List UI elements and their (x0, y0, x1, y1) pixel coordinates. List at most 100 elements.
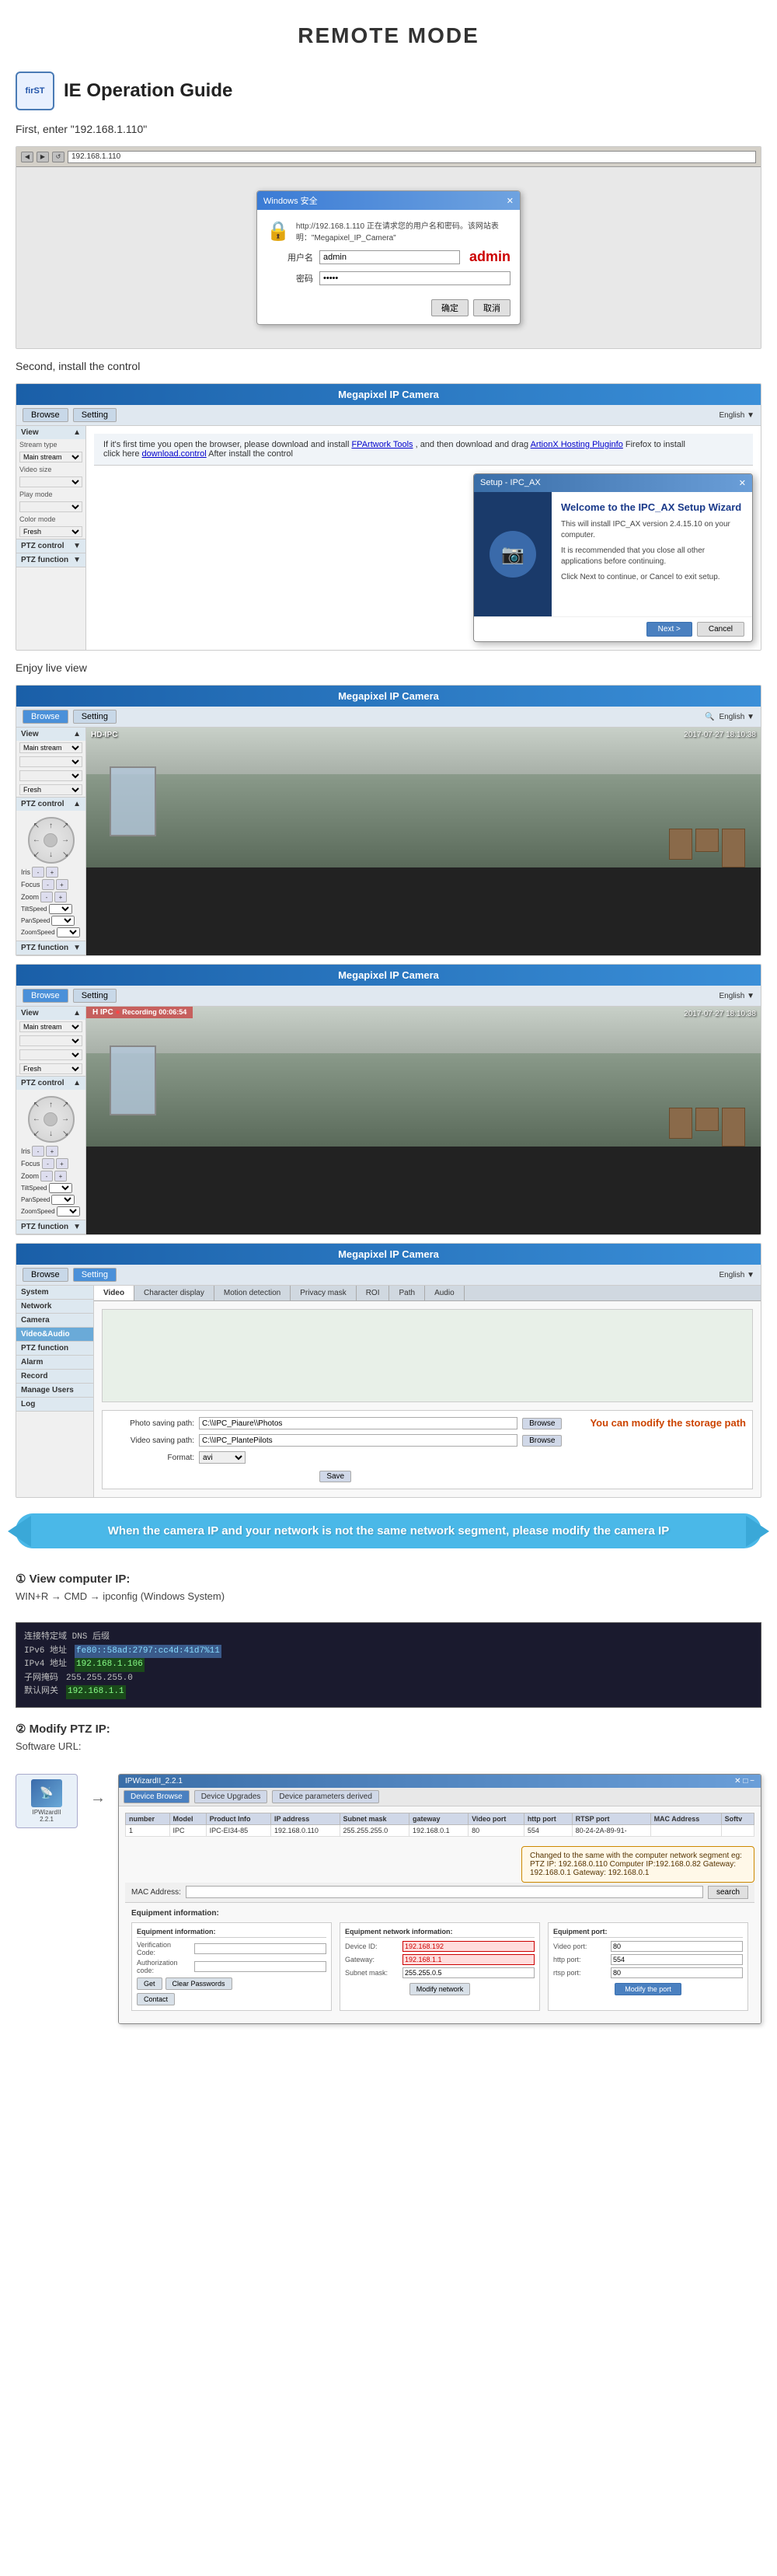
lang-select-3[interactable]: English ▼ (720, 992, 754, 1000)
http-port-input[interactable] (611, 1954, 743, 1965)
format-select[interactable]: avi (199, 1451, 246, 1464)
video-size-select-2[interactable] (19, 756, 82, 767)
rtsp-port-input[interactable] (611, 1967, 743, 1978)
ptz-dr-3[interactable]: ↘ (62, 1129, 68, 1138)
get-btn[interactable]: Get (137, 1977, 162, 1990)
tiltspeed-select[interactable] (49, 904, 72, 914)
video-audio-item[interactable]: Video&Audio (21, 1330, 70, 1339)
browse-btn-3[interactable]: Browse (23, 989, 68, 1003)
ptz-ur-3[interactable]: ↗ (62, 1101, 68, 1109)
tab-audio[interactable]: Audio (425, 1286, 465, 1300)
wizard-close-icon[interactable]: ✕ (739, 478, 746, 488)
manage-users-item[interactable]: Manage Users (21, 1386, 74, 1394)
ptz-left[interactable]: ← (33, 836, 40, 844)
system-item[interactable]: System (21, 1288, 49, 1297)
zoomspeed-select-3[interactable] (57, 1206, 80, 1216)
video-size-select[interactable] (19, 476, 82, 487)
camera-item[interactable]: Camera (21, 1316, 50, 1325)
ptz-fn-icon-2[interactable]: ▼ (73, 944, 81, 952)
focus-plus[interactable]: + (56, 879, 68, 890)
panspeed-select[interactable] (51, 916, 75, 926)
browser-back-btn[interactable]: ◀ (21, 152, 33, 162)
color-mode-select[interactable]: Fresh (19, 526, 82, 537)
tab-roi[interactable]: ROI (357, 1286, 390, 1300)
ip-tab-browse[interactable]: Device Browse (124, 1790, 190, 1803)
download-control-link[interactable]: download.control (142, 449, 207, 459)
storage-save-btn[interactable]: Save (319, 1471, 351, 1482)
contact-btn[interactable]: Contact (137, 1993, 175, 2005)
alarm-item[interactable]: Alarm (21, 1358, 43, 1367)
gateway-input[interactable] (402, 1954, 535, 1965)
ip-tab-upgrades[interactable]: Device Upgrades (194, 1790, 268, 1803)
cancel-button[interactable]: 取消 (473, 299, 510, 316)
lang-select-2[interactable]: English ▼ (720, 713, 754, 721)
tab-path[interactable]: Path (389, 1286, 425, 1300)
wizard-next-btn[interactable]: Next > (646, 622, 692, 637)
ptz-ul-3[interactable]: ↖ (33, 1101, 40, 1109)
browse-btn-1[interactable]: Browse (23, 408, 68, 422)
ptz-down-3[interactable]: ↓ (49, 1129, 53, 1138)
color-mode-select-2[interactable]: Fresh (19, 784, 82, 795)
subnet-input[interactable] (402, 1967, 535, 1978)
search-input[interactable] (186, 1886, 703, 1898)
wizard-cancel-btn[interactable]: Cancel (697, 622, 744, 637)
play-mode-select-2[interactable] (19, 770, 82, 781)
zoom-plus-3[interactable]: + (54, 1171, 67, 1182)
network-item[interactable]: Network (21, 1302, 51, 1311)
stream-type-select[interactable]: Main stream (19, 452, 82, 462)
tab-motion[interactable]: Motion detection (214, 1286, 291, 1300)
ptz-up[interactable]: ↑ (49, 822, 53, 830)
lang-select-4[interactable]: English ▼ (720, 1271, 754, 1279)
video-path-input[interactable] (199, 1434, 517, 1447)
photo-path-input[interactable] (199, 1417, 517, 1429)
ptz-center[interactable] (44, 833, 57, 847)
iris-plus-3[interactable]: + (46, 1146, 58, 1157)
video-size-select-3[interactable] (19, 1035, 82, 1046)
ip-tab-params[interactable]: Device parameters derived (272, 1790, 379, 1803)
ptz-icon-3[interactable]: ▲ (73, 1079, 81, 1087)
stream-select-3[interactable]: Main stream (19, 1021, 82, 1032)
browse-btn-2[interactable]: Browse (23, 710, 68, 724)
ptz-dl-3[interactable]: ↙ (33, 1129, 40, 1138)
lang-select[interactable]: English ▼ (720, 411, 754, 420)
ptz-ul[interactable]: ↖ (33, 822, 40, 830)
iris-minus[interactable]: - (32, 867, 44, 878)
ptz-ur[interactable]: ↗ (62, 822, 68, 830)
ptz-function-item[interactable]: PTZ function (21, 1344, 68, 1353)
auth-input[interactable] (194, 1961, 326, 1972)
stream-type-select-2[interactable]: Main stream (19, 742, 82, 753)
setting-btn-2[interactable]: Setting (73, 710, 117, 724)
setting-btn-1[interactable]: Setting (73, 408, 117, 422)
ptz-down[interactable]: ↓ (49, 850, 53, 859)
table-row[interactable]: 1 IPC IPC-EI34-85 192.168.0.110 255.255.… (126, 1824, 754, 1836)
focus-plus-3[interactable]: + (56, 1158, 68, 1169)
ptz-right-3[interactable]: → (61, 1115, 69, 1123)
record-item[interactable]: Record (21, 1372, 47, 1380)
ptz-dl[interactable]: ↙ (33, 850, 40, 859)
log-item[interactable]: Log (21, 1400, 35, 1408)
ptz-fn-icon-3[interactable]: ▼ (73, 1223, 81, 1231)
color-mode-select-3[interactable]: Fresh (19, 1063, 82, 1074)
setting-btn-3[interactable]: Setting (73, 989, 117, 1003)
ptz-dr[interactable]: ↘ (62, 850, 68, 859)
zoomspeed-select[interactable] (57, 927, 80, 937)
video-port-input[interactable] (611, 1941, 743, 1952)
ip-wizard-close-icon[interactable]: ✕ □ − (734, 1777, 754, 1785)
browser-refresh-btn[interactable]: ↺ (52, 152, 64, 162)
ptz-collapse-icon-2[interactable]: ▲ (73, 800, 81, 808)
tiltspeed-select-3[interactable] (49, 1183, 72, 1193)
artionx-link[interactable]: ArtionX Hosting Pluginfo (531, 440, 623, 449)
iris-minus-3[interactable]: - (32, 1146, 44, 1157)
view-collapse-icon[interactable]: ▲ (73, 428, 81, 437)
ptz-collapse-icon[interactable]: ▼ (73, 542, 81, 550)
ok-button[interactable]: 确定 (431, 299, 469, 316)
iris-plus[interactable]: + (46, 867, 58, 878)
browse-btn-4[interactable]: Browse (23, 1268, 68, 1282)
username-input[interactable] (319, 250, 460, 264)
ptz-center-3[interactable] (44, 1112, 57, 1126)
clear-btn[interactable]: Clear Passwords (166, 1977, 232, 1990)
focus-minus[interactable]: - (42, 879, 54, 890)
ptz-right[interactable]: → (61, 836, 69, 844)
search-btn[interactable]: search (708, 1886, 748, 1899)
zoom-minus[interactable]: - (40, 892, 53, 902)
